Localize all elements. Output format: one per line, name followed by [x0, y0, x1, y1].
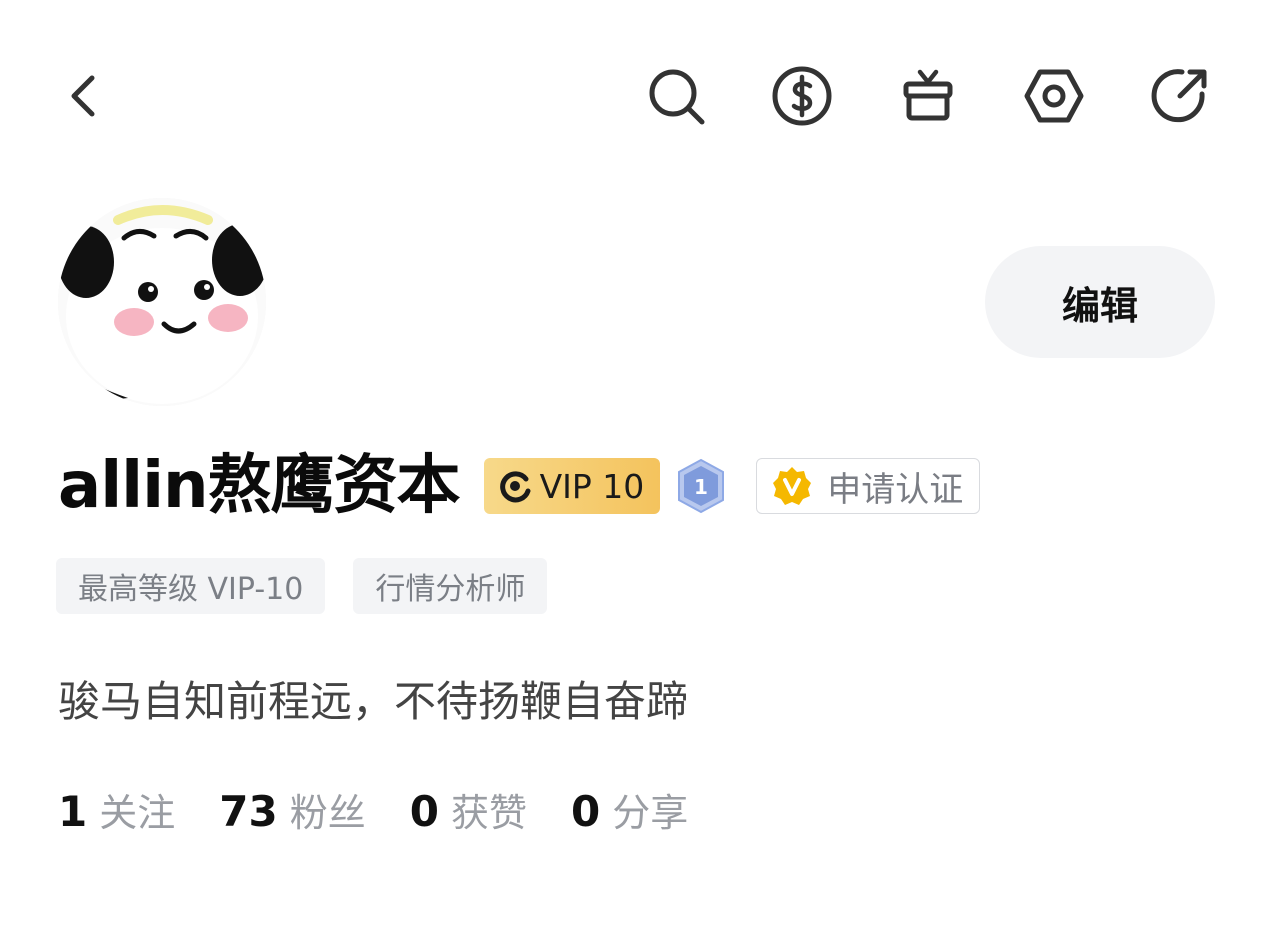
share-arrow-icon[interactable] — [1148, 64, 1212, 128]
bio-text: 骏马自知前程远，不待扬鞭自奋蹄 — [58, 677, 689, 726]
stat-value: 0 — [409, 787, 439, 836]
avatar[interactable] — [58, 198, 266, 406]
vip-badge-label: VIP 10 — [539, 466, 645, 506]
username: allin熬鹰资本 — [58, 449, 461, 523]
back-icon[interactable] — [52, 64, 116, 128]
stat-shares[interactable]: 0 分享 — [571, 782, 688, 837]
stat-following[interactable]: 1 关注 — [58, 782, 175, 837]
certify-label: 申请认证 — [827, 469, 964, 510]
stat-value: 73 — [219, 787, 278, 836]
settings-hexagon-icon[interactable] — [1022, 64, 1086, 128]
stat-value: 1 — [58, 787, 88, 836]
dollar-coin-icon[interactable] — [770, 64, 834, 128]
tag-row: 最高等级 VIP-10 行情分析师 — [56, 558, 575, 614]
stat-likes[interactable]: 0 获赞 — [410, 782, 527, 837]
stat-label: 关注 — [99, 791, 176, 835]
vip-badge[interactable]: VIP 10 — [483, 458, 661, 514]
gift-icon[interactable] — [896, 64, 960, 128]
tag-chip[interactable]: 最高等级 VIP-10 — [56, 558, 326, 614]
certify-button[interactable]: 申请认证 — [756, 458, 981, 514]
level-badge[interactable]: 1 — [676, 458, 726, 514]
verified-v-icon — [771, 465, 813, 507]
edit-profile-button[interactable]: 编辑 — [985, 246, 1215, 358]
tag-chip[interactable]: 行情分析师 — [353, 558, 548, 614]
level-badge-number: 1 — [694, 475, 708, 499]
stat-label: 粉丝 — [289, 791, 366, 835]
stat-label: 分享 — [612, 791, 689, 835]
vip-logo-icon — [498, 469, 532, 503]
name-row: allin熬鹰资本 VIP 10 1 申请认证 — [58, 446, 981, 526]
stat-value: 0 — [570, 787, 601, 836]
stat-followers[interactable]: 73 粉丝 — [219, 782, 365, 837]
search-icon[interactable] — [644, 64, 708, 128]
stat-label: 获赞 — [450, 791, 527, 835]
stats-row: 1 关注 73 粉丝 0 获赞 0 分享 — [58, 782, 732, 837]
